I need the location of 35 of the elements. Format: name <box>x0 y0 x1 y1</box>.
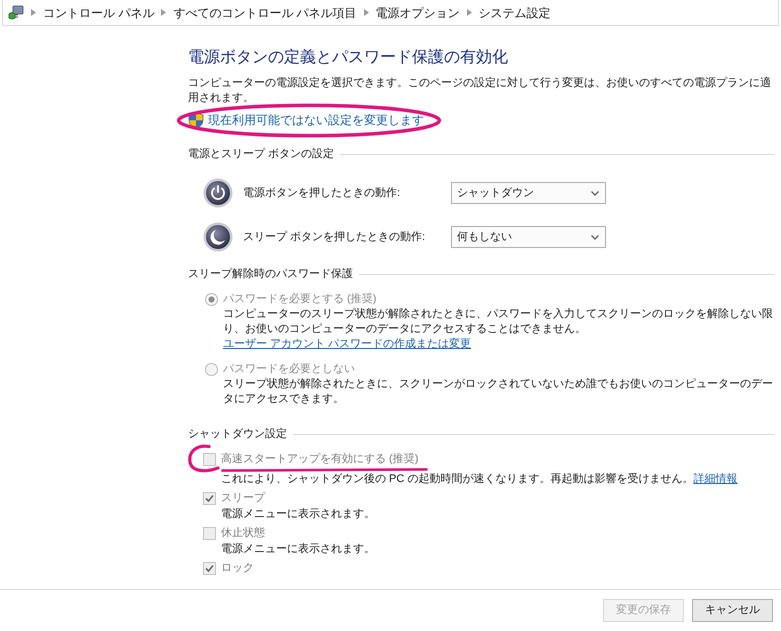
option-description: 電源メニューに表示されます。 <box>220 507 376 522</box>
checkbox-label: ロック <box>221 561 254 576</box>
power-icon <box>203 178 233 208</box>
checkbox-label: 休止状態 <box>221 526 265 541</box>
radio-label: パスワードを必要とする (推奨) <box>223 292 376 307</box>
checkbox-label: 高速スタートアップを有効にする (推奨) <box>221 452 418 467</box>
option-description: これにより、シャットダウン後の PC の起動時間が速くなります。再起動は影響を受けません。詳細情報 <box>220 472 738 487</box>
page-description: コンピューターの電源設定を選択できます。このページの設定に対して行う変更は、お使いのすべての電源プランに適用されます。 <box>188 76 772 106</box>
breadcrumb-link[interactable]: すべてのコントロール パネル項目 <box>173 4 357 20</box>
checkbox-label: スリープ <box>221 491 265 506</box>
caret-right-icon <box>31 9 36 16</box>
power-plug-icon <box>8 4 24 20</box>
caret-right-icon <box>466 9 472 16</box>
caret-right-icon <box>364 9 369 16</box>
chevron-down-icon <box>591 190 599 196</box>
breadcrumb-link[interactable]: コントロール パネル <box>43 4 154 20</box>
section-heading: スリープ解除時のパスワード保護 <box>188 267 353 282</box>
section-heading: 電源とスリープ ボタンの設定 <box>188 147 334 162</box>
option-description: 電源メニューに表示されます。 <box>220 542 376 557</box>
section-heading: シャットダウン設定 <box>188 427 287 442</box>
moon-icon <box>203 222 233 252</box>
dropdown[interactable]: シャットダウン <box>451 182 606 204</box>
dialog-button[interactable]: キャンセル <box>692 599 773 622</box>
setting-label: 電源ボタンを押したときの動作: <box>243 186 402 200</box>
chevron-down-icon <box>591 234 599 240</box>
dropdown[interactable]: 何もしない <box>451 226 606 248</box>
page-title: 電源ボタンの定義とパスワード保護の有効化 <box>188 48 509 68</box>
radio-label: パスワードを必要としない <box>223 362 355 377</box>
breadcrumb-link[interactable]: システム設定 <box>478 4 551 20</box>
caret-right-icon <box>161 9 166 16</box>
shield-icon <box>188 112 204 129</box>
option-description: スリープ状態が解除されたときに、スクリーンがロックされていないため誰でもお使いのコンピューターのデータにアクセスできます。 <box>222 377 774 407</box>
option-description: コンピューターのスリープ状態が解除されたときに、パスワードを入力してスクリーンのロックを解除しない限り、お使いのコンピューターのデータにアクセスすることはできません。 ユーザー アカウント パスワードの作成または変更 <box>222 307 774 352</box>
setting-label: スリープ ボタンを押したときの動作: <box>243 230 426 244</box>
breadcrumb-link[interactable]: 電源オプション <box>376 4 460 20</box>
